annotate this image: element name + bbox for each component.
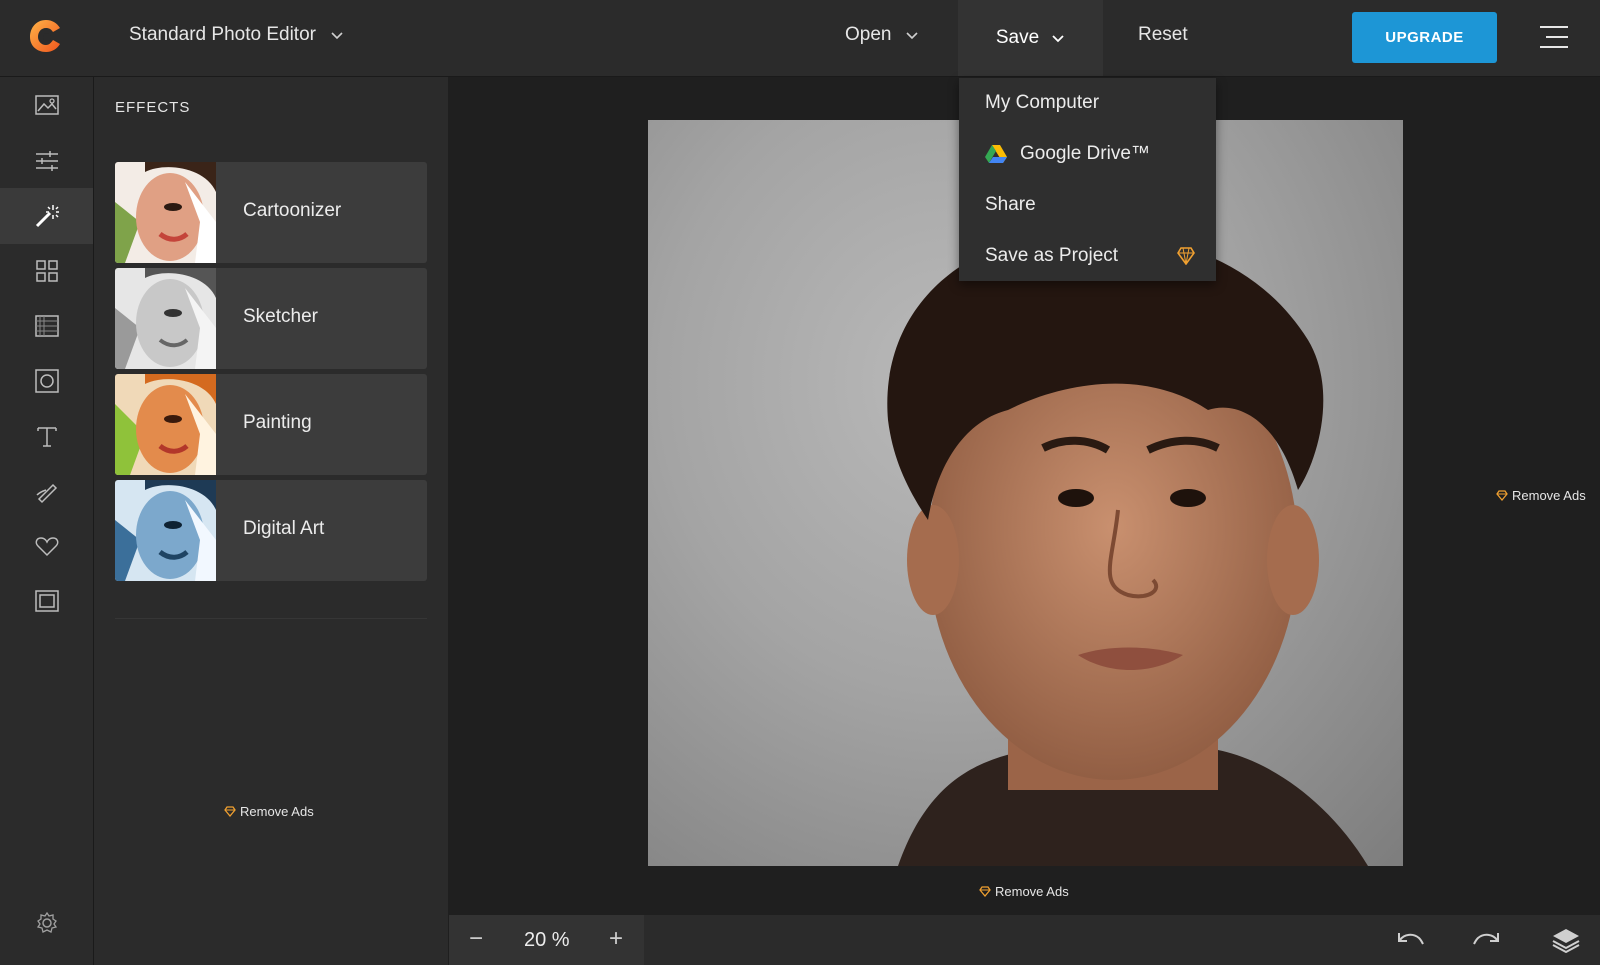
menu-item-label: My Computer bbox=[985, 92, 1100, 113]
brush-icon bbox=[35, 483, 57, 504]
menu-item-label: Google Drive™ bbox=[1020, 143, 1150, 164]
panel-title: EFFECTS bbox=[115, 99, 191, 116]
remove-ads-label: Remove Ads bbox=[1512, 488, 1586, 503]
effect-cartoonizer[interactable]: Cartoonizer bbox=[115, 162, 427, 263]
diamond-icon bbox=[979, 886, 991, 897]
open-menu-button[interactable]: Open bbox=[845, 24, 919, 46]
save-dropdown-menu: My Computer Google Drive™ Share Save as … bbox=[959, 78, 1216, 281]
redo-icon[interactable] bbox=[1472, 927, 1502, 953]
tool-frame[interactable] bbox=[0, 353, 93, 409]
save-to-my-computer[interactable]: My Computer bbox=[959, 78, 1216, 128]
panel-divider bbox=[115, 618, 427, 619]
bottom-bar: − 20 % + bbox=[449, 915, 1600, 965]
texture-icon bbox=[34, 315, 59, 337]
frame-icon bbox=[34, 369, 59, 393]
chevron-down-icon bbox=[906, 32, 919, 40]
remove-ads-link-panel[interactable]: Remove Ads bbox=[224, 804, 314, 819]
editor-mode-label: Standard Photo Editor bbox=[129, 24, 316, 45]
effect-label: Sketcher bbox=[243, 306, 318, 327]
effect-painting[interactable]: Painting bbox=[115, 374, 427, 475]
zoom-in-button[interactable]: + bbox=[609, 925, 623, 953]
effect-sketcher[interactable]: Sketcher bbox=[115, 268, 427, 369]
gear-icon bbox=[36, 911, 57, 933]
image-icon bbox=[34, 95, 59, 115]
google-drive-icon bbox=[985, 145, 1007, 163]
diamond-pro-icon bbox=[1177, 247, 1195, 265]
adjust-sliders-icon bbox=[35, 151, 58, 171]
remove-ads-link-bottom[interactable]: Remove Ads bbox=[979, 884, 1069, 899]
diamond-icon bbox=[1496, 490, 1508, 501]
tool-border[interactable] bbox=[0, 573, 93, 629]
tool-text[interactable] bbox=[0, 408, 93, 464]
hamburger-menu-icon[interactable] bbox=[1540, 24, 1568, 50]
text-icon bbox=[36, 427, 57, 447]
zoom-control: − 20 % + bbox=[449, 915, 644, 965]
diamond-icon bbox=[224, 806, 236, 817]
effect-label: Cartoonizer bbox=[243, 200, 342, 221]
tool-graphics[interactable] bbox=[0, 518, 93, 574]
save-to-google-drive[interactable]: Google Drive™ bbox=[959, 129, 1216, 179]
remove-ads-label: Remove Ads bbox=[995, 884, 1069, 899]
tool-effects[interactable] bbox=[0, 188, 93, 244]
save-as-project[interactable]: Save as Project bbox=[959, 231, 1216, 281]
effect-label: Digital Art bbox=[243, 518, 325, 539]
top-bar: Standard Photo Editor Open Save Reset UP… bbox=[0, 0, 1600, 77]
chevron-down-icon bbox=[1052, 35, 1064, 43]
zoom-value: 20 % bbox=[524, 929, 570, 951]
tool-adjust[interactable] bbox=[0, 133, 93, 189]
zoom-out-button[interactable]: − bbox=[469, 925, 483, 953]
chevron-down-icon bbox=[331, 32, 343, 40]
editor-mode-dropdown[interactable]: Standard Photo Editor bbox=[129, 24, 344, 46]
cartoonizer-thumbnail bbox=[115, 162, 216, 263]
border-icon bbox=[34, 590, 59, 612]
magic-wand-icon bbox=[35, 205, 59, 228]
effects-panel: EFFECTS Cartoonizer Sketcher Painting Di… bbox=[94, 77, 448, 965]
reset-button[interactable]: Reset bbox=[1138, 24, 1188, 46]
grid-icon bbox=[35, 260, 58, 282]
save-label: Save bbox=[995, 27, 1040, 48]
tool-collage[interactable] bbox=[0, 243, 93, 299]
layers-icon[interactable] bbox=[1551, 927, 1581, 953]
save-menu-button[interactable]: Save bbox=[958, 0, 1103, 76]
heart-icon bbox=[35, 537, 58, 557]
tool-texture[interactable] bbox=[0, 298, 93, 354]
remove-ads-link-right[interactable]: Remove Ads bbox=[1496, 488, 1586, 503]
upgrade-button[interactable]: UPGRADE bbox=[1352, 12, 1497, 63]
tool-image[interactable] bbox=[0, 77, 93, 133]
share[interactable]: Share bbox=[959, 180, 1216, 230]
tool-settings[interactable] bbox=[0, 895, 93, 951]
remove-ads-label: Remove Ads bbox=[240, 804, 314, 819]
menu-item-label: Share bbox=[985, 194, 1036, 215]
digital-art-thumbnail bbox=[115, 480, 216, 581]
tool-rail bbox=[0, 77, 94, 965]
tool-draw[interactable] bbox=[0, 463, 93, 519]
painting-thumbnail bbox=[115, 374, 216, 475]
effect-digital-art[interactable]: Digital Art bbox=[115, 480, 427, 581]
menu-item-label: Save as Project bbox=[985, 245, 1119, 266]
open-label: Open bbox=[845, 24, 892, 45]
app-logo-icon[interactable] bbox=[28, 18, 64, 54]
undo-icon[interactable] bbox=[1395, 927, 1425, 953]
sketcher-thumbnail bbox=[115, 268, 216, 369]
effect-label: Painting bbox=[243, 412, 312, 433]
